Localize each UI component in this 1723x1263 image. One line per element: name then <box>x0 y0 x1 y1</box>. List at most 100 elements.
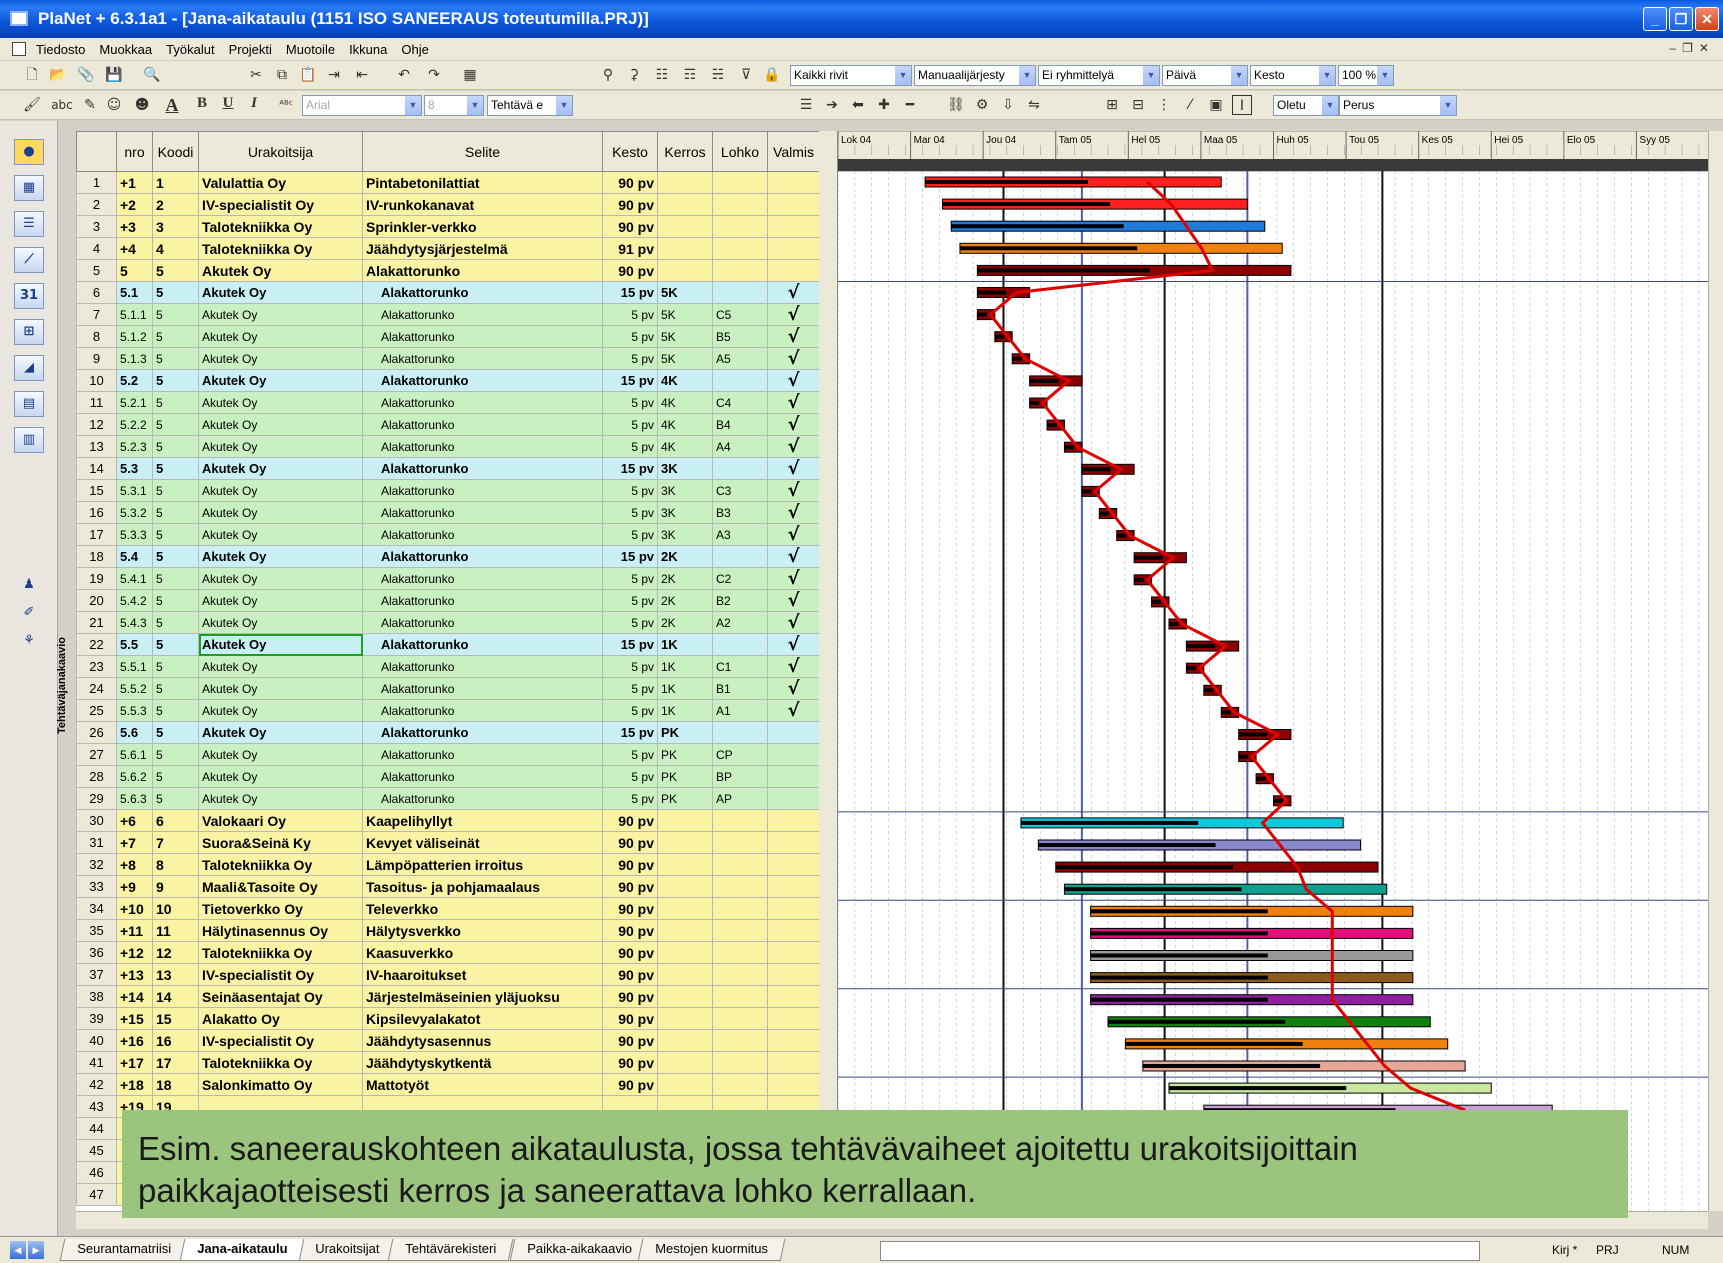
cell-lohko[interactable]: C2 <box>712 567 768 590</box>
cell-kesto[interactable]: 5 pv <box>602 479 658 502</box>
cell-selite[interactable]: Alakattorunko <box>362 743 603 766</box>
cell-koodi[interactable]: 5 <box>152 589 199 612</box>
cell-kesto[interactable]: 15 pv <box>602 545 658 568</box>
table-row[interactable]: 16 5.3.2 5 Akutek Oy Alakattorunko 5 pv 3K B3 √ <box>76 501 819 524</box>
table-row[interactable]: 11 5.2.1 5 Akutek Oy Alakattorunko 5 pv 4K C4 √ <box>76 391 819 414</box>
row-number[interactable]: 6 <box>76 281 117 304</box>
row-number[interactable]: 39 <box>76 1007 117 1030</box>
cell-urakoitsija[interactable]: Akutek Oy <box>198 303 363 326</box>
cell-nro[interactable]: +15 <box>116 1007 153 1030</box>
cell-kesto[interactable]: 90 pv <box>602 259 658 282</box>
cell-koodi[interactable]: 3 <box>152 215 199 238</box>
spellcheck-icon[interactable]: abc <box>50 95 74 115</box>
time-unit-select[interactable]: Päivä ▼ <box>1162 65 1248 86</box>
cell-nro[interactable]: 5.5.2 <box>116 677 153 700</box>
cell-lohko[interactable]: AP <box>712 787 768 810</box>
table-view-icon[interactable]: ▦ <box>14 175 44 201</box>
arrow-left-icon[interactable]: ⬅ <box>848 95 868 115</box>
table-row[interactable]: 37 +13 13 IV-specialistit Oy IV-haaroitukset… <box>76 963 819 986</box>
grid-view-icon[interactable]: ▤ <box>14 391 44 417</box>
row-number[interactable]: 11 <box>76 391 117 414</box>
line-chart-icon[interactable]: ⟋ <box>14 247 44 273</box>
cell-lohko[interactable] <box>712 193 768 216</box>
picture-icon[interactable]: ▣ <box>1206 95 1226 115</box>
settings-icon[interactable]: ⚙ <box>972 95 992 115</box>
row-number[interactable]: 41 <box>76 1051 117 1074</box>
cell-kerros[interactable]: 1K <box>657 677 713 700</box>
cell-nro[interactable]: +4 <box>116 237 153 260</box>
cell-lohko[interactable] <box>712 963 768 986</box>
pane-splitter[interactable] <box>819 131 837 1211</box>
cell-kerros[interactable] <box>657 941 713 964</box>
cell-koodi[interactable]: 5 <box>152 611 199 634</box>
cell-koodi[interactable]: 6 <box>152 809 199 832</box>
cell-koodi[interactable]: 14 <box>152 985 199 1008</box>
cell-nro[interactable]: +12 <box>116 941 153 964</box>
table-row[interactable]: 4 +4 4 Talotekniikka Oy Jäähdytysjärjestelmä… <box>76 237 819 260</box>
cell-valmis[interactable] <box>767 831 819 854</box>
cell-kerros[interactable] <box>657 171 713 194</box>
cell-valmis[interactable] <box>767 897 819 920</box>
resource-chart-icon[interactable]: ◢ <box>14 355 44 381</box>
table-row[interactable]: 15 5.3.1 5 Akutek Oy Alakattorunko 5 pv 3K C3 √ <box>76 479 819 502</box>
table-row[interactable]: 17 5.3.3 5 Akutek Oy Alakattorunko 5 pv 3K A3 √ <box>76 523 819 546</box>
cell-lohko[interactable] <box>712 721 768 744</box>
cell-urakoitsija[interactable]: Akutek Oy <box>198 259 363 282</box>
cell-urakoitsija[interactable]: Akutek Oy <box>198 545 363 568</box>
cell-selite[interactable]: Alakattorunko <box>362 765 603 788</box>
cell-valmis[interactable]: √ <box>767 457 819 480</box>
table-row[interactable]: 5 5 5 Akutek Oy Alakattorunko 90 pv <box>76 259 819 282</box>
cell-kerros[interactable] <box>657 259 713 282</box>
cell-nro[interactable]: 5.4.2 <box>116 589 153 612</box>
network-icon[interactable]: ⊞ <box>14 319 44 345</box>
cell-urakoitsija[interactable]: Salonkimatto Oy <box>198 1073 363 1096</box>
cell-kesto[interactable]: 5 pv <box>602 743 658 766</box>
cell-selite[interactable]: Alakattorunko <box>362 391 603 414</box>
cell-kerros[interactable] <box>657 809 713 832</box>
cell-urakoitsija[interactable]: Akutek Oy <box>198 347 363 370</box>
restore-button[interactable]: ❐ <box>1669 7 1693 31</box>
row-number[interactable]: 28 <box>76 765 117 788</box>
cell-nro[interactable]: 5.2.3 <box>116 435 153 458</box>
cell-koodi[interactable]: 5 <box>152 523 199 546</box>
cell-valmis[interactable] <box>767 875 819 898</box>
cell-selite[interactable]: Alakattorunko <box>362 479 603 502</box>
cell-nro[interactable]: 5.2.1 <box>116 391 153 414</box>
cell-lohko[interactable] <box>712 985 768 1008</box>
cell-selite[interactable]: Alakattorunko <box>362 501 603 524</box>
cell-koodi[interactable]: 5 <box>152 699 199 722</box>
cell-urakoitsija[interactable]: Akutek Oy <box>198 435 363 458</box>
cell-nro[interactable]: 5.3.1 <box>116 479 153 502</box>
cell-nro[interactable]: 5.3.2 <box>116 501 153 524</box>
table-row[interactable]: 20 5.4.2 5 Akutek Oy Alakattorunko 5 pv 2K B2 √ <box>76 589 819 612</box>
cell-selite[interactable]: IV-runkokanavat <box>362 193 603 216</box>
cell-lohko[interactable]: C3 <box>712 479 768 502</box>
cell-selite[interactable]: Alakattorunko <box>362 457 603 480</box>
col-header-kesto[interactable]: Kesto <box>602 131 658 172</box>
cell-valmis[interactable] <box>767 237 819 260</box>
indent-icon[interactable]: ⇥ <box>324 65 344 85</box>
cell-kesto[interactable]: 15 pv <box>602 457 658 480</box>
line-tool-icon[interactable]: ⁄ <box>1180 95 1200 115</box>
cell-urakoitsija[interactable]: Akutek Oy <box>198 281 363 304</box>
cell-urakoitsija[interactable]: IV-specialistit Oy <box>198 963 363 986</box>
font-size-select[interactable]: 8 ▼ <box>424 95 484 116</box>
cell-koodi[interactable]: 11 <box>152 919 199 942</box>
cell-kerros[interactable] <box>657 963 713 986</box>
cell-lohko[interactable] <box>712 369 768 392</box>
cell-koodi[interactable]: 5 <box>152 655 199 678</box>
row-number[interactable]: 15 <box>76 479 117 502</box>
row-number[interactable]: 10 <box>76 369 117 392</box>
cell-kerros[interactable]: 4K <box>657 369 713 392</box>
cell-nro[interactable]: +6 <box>116 809 153 832</box>
cell-valmis[interactable] <box>767 1029 819 1052</box>
cell-valmis[interactable]: √ <box>767 435 819 458</box>
cell-selite[interactable]: Alakattorunko <box>362 545 603 568</box>
grouping-select[interactable]: Ei ryhmittelyä ▼ <box>1038 65 1160 86</box>
cell-valmis[interactable] <box>767 1051 819 1074</box>
cell-lohko[interactable] <box>712 281 768 304</box>
cell-kesto[interactable]: 90 pv <box>602 919 658 942</box>
cell-kesto[interactable]: 5 pv <box>602 589 658 612</box>
cell-lohko[interactable]: C4 <box>712 391 768 414</box>
table-row[interactable]: 36 +12 12 Talotekniikka Oy Kaasuverkko 90 pv <box>76 941 819 964</box>
